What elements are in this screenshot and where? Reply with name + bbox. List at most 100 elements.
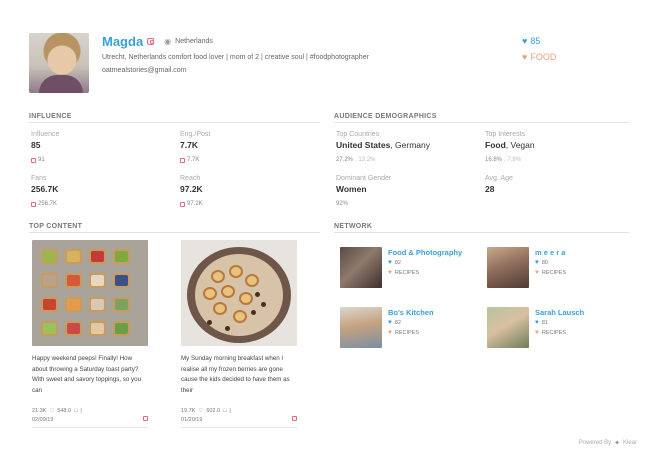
network-name[interactable]: Bo's Kitchen <box>388 308 434 317</box>
instagram-icon <box>31 157 36 163</box>
heart-icon: ♥ <box>535 269 539 276</box>
gender-pct: 92% <box>336 201 349 207</box>
heart-icon: ♥ <box>535 329 539 336</box>
comment-icon: □ <box>223 408 227 414</box>
network-category: ♥ RECIPES <box>535 329 566 336</box>
network-avatar[interactable] <box>340 247 382 288</box>
post-metrics: 21.3K ♡ 548.0 □ | <box>32 408 148 414</box>
stat-sub: 16.8%, 7.9% <box>485 157 615 163</box>
country-primary: United States <box>336 140 391 150</box>
post-image[interactable] <box>181 240 297 346</box>
network-category-value: RECIPES <box>541 329 567 336</box>
section-title-top-content: TOP CONTENT <box>29 223 83 230</box>
network-score: ♥ 81 <box>535 319 548 326</box>
network-category: ♥ RECIPES <box>535 269 566 276</box>
network-category-value: RECIPES <box>394 269 420 276</box>
post-metrics: 19.7K ♡ 602.0 □ | <box>181 408 297 414</box>
metric-separator: | <box>80 408 82 414</box>
stat-label: Fans <box>31 175 47 182</box>
network-name[interactable]: Food & Photography <box>388 248 462 257</box>
comment-icon: □ <box>74 408 78 414</box>
interest-pct-primary: 16.8% <box>485 157 503 163</box>
stat-dominant-gender: Dominant Gender Women 92% <box>336 175 466 207</box>
divider <box>29 232 320 233</box>
network-item[interactable]: m e e r a ♥ 80 ♥ RECIPES <box>487 247 627 289</box>
heart-icon: ♥ <box>388 259 392 266</box>
post-date: 01/20/19 <box>181 417 203 423</box>
network-item[interactable]: Sarah Lausch ♥ 81 ♥ RECIPES <box>487 307 627 349</box>
divider <box>334 122 629 123</box>
stat-label: Top Countries <box>336 131 380 138</box>
instagram-icon[interactable] <box>143 416 148 421</box>
profile-name[interactable]: Magda <box>102 34 143 49</box>
post-date: 02/09/19 <box>32 417 54 423</box>
stat-value: 97.2K <box>180 184 203 194</box>
post-image[interactable] <box>32 240 148 346</box>
post-comments: 548.0 <box>57 408 72 414</box>
network-category-value: RECIPES <box>394 329 420 336</box>
divider <box>334 232 629 233</box>
stat-sub-value: 7.7K <box>187 157 200 163</box>
interest-secondary: , Vegan <box>505 140 535 150</box>
network-score-value: 82 <box>394 259 401 266</box>
interest-pct-secondary: , 7.9% <box>504 157 522 163</box>
post-comments: 602.0 <box>206 408 221 414</box>
heart-outline-icon: ♡ <box>198 408 204 414</box>
post-likes: 19.7K <box>181 408 196 414</box>
heart-icon: ♥ <box>388 329 392 336</box>
stat-value: 7.7K <box>180 140 198 150</box>
stat-label: Reach <box>180 175 201 182</box>
network-score: ♥ 82 <box>388 319 401 326</box>
stat-label: Eng./Post <box>180 131 211 138</box>
heart-icon: ♥ <box>388 269 392 276</box>
instagram-icon[interactable] <box>147 37 155 45</box>
network-name[interactable]: Sarah Lausch <box>535 308 584 317</box>
stat-sub-value: 97.2K <box>187 201 203 207</box>
post-likes: 21.3K <box>32 408 47 414</box>
powered-by: Powered By ✦ Klear <box>579 439 637 447</box>
heart-icon: ♥ <box>522 52 528 62</box>
instagram-icon <box>31 201 36 207</box>
stat-value: 256.7K <box>31 184 59 194</box>
divider <box>181 427 297 428</box>
network-category-value: RECIPES <box>541 269 567 276</box>
stat-sub: 256.7K <box>31 201 161 207</box>
profile-avatar[interactable] <box>29 33 89 93</box>
network-avatar[interactable] <box>487 307 529 348</box>
stat-top-countries: Top Countries United States, Germany 27.… <box>336 131 466 163</box>
post-card[interactable]: My Sunday morning breakfast when I reali… <box>181 240 297 428</box>
stat-sub: 97.2K <box>180 201 310 207</box>
powered-by-label: Powered By <box>578 440 612 446</box>
network-score: ♥ 80 <box>535 259 548 266</box>
instagram-icon <box>180 157 185 163</box>
profile-summary: ♥ 85 ♥ FOOD <box>522 33 556 65</box>
profile-location: Netherlands <box>175 37 213 45</box>
stat-label: Top Interests <box>485 131 526 138</box>
section-title-network: NETWORK <box>334 223 373 230</box>
network-avatar[interactable] <box>487 247 529 288</box>
profile-score: 85 <box>530 36 541 46</box>
heart-icon: ♥ <box>535 259 539 266</box>
network-avatar[interactable] <box>340 307 382 348</box>
network-category: ♥ RECIPES <box>388 329 419 336</box>
section-title-influence: INFLUENCE <box>29 113 72 120</box>
heart-icon: ♥ <box>535 319 539 326</box>
network-score-value: 81 <box>541 319 548 326</box>
stat-reach: Reach 97.2K 97.2K <box>180 175 310 207</box>
heart-icon: ♥ <box>388 319 392 326</box>
stat-label: Avg. Age <box>485 175 513 182</box>
stat-value: Women <box>336 184 367 194</box>
map-pin-icon: ◉ <box>164 36 172 46</box>
network-item[interactable]: Bo's Kitchen ♥ 82 ♥ RECIPES <box>340 307 480 349</box>
stat-value: Food, Vegan <box>485 140 615 150</box>
profile-email[interactable]: oatmealstories@gmail.com <box>102 67 187 74</box>
stat-influence: Influence 85 91 <box>31 131 161 163</box>
network-name[interactable]: m e e r a <box>535 248 565 257</box>
brand-name[interactable]: Klear <box>623 440 637 446</box>
post-card[interactable]: Happy weekend peeps! Finally! How about … <box>32 240 148 428</box>
stat-sub: 91 <box>31 157 161 163</box>
stat-top-interests: Top Interests Food, Vegan 16.8%, 7.9% <box>485 131 615 163</box>
instagram-icon[interactable] <box>292 416 297 421</box>
network-item[interactable]: Food & Photography ♥ 82 ♥ RECIPES <box>340 247 480 289</box>
profile-category[interactable]: FOOD <box>530 52 556 62</box>
